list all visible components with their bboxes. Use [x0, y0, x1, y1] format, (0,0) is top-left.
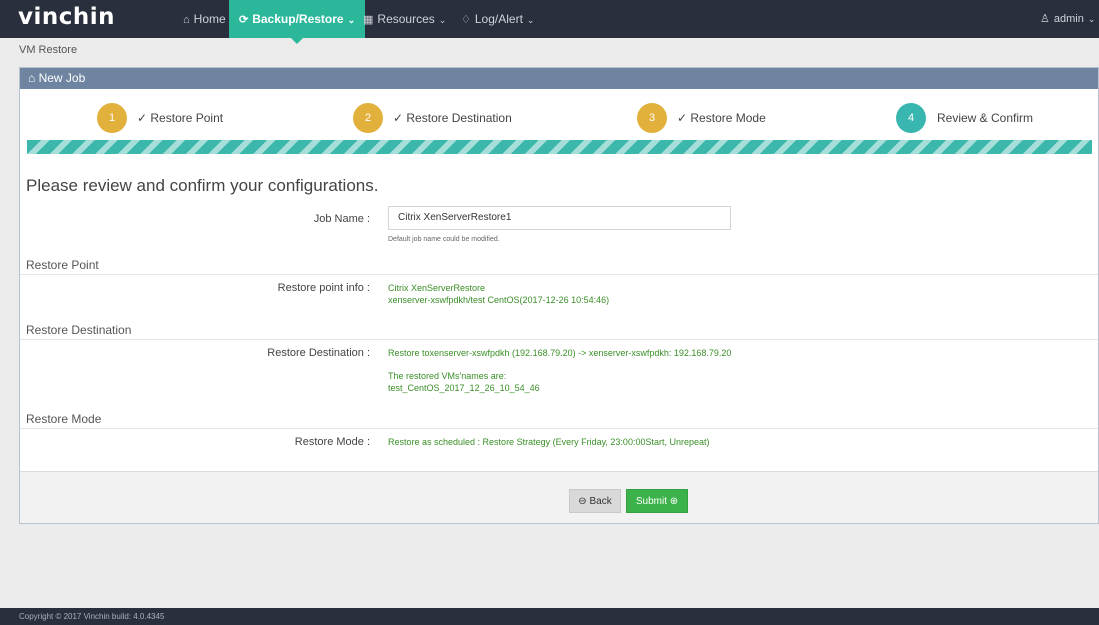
chevron-down-icon: ⌄ [526, 15, 535, 25]
chevron-down-icon: ⌄ [438, 15, 447, 25]
nav-backup-restore[interactable]: ⟳ Backup/Restore ⌄ [229, 0, 366, 44]
copyright-footer: Copyright © 2017 Vinchin build: 4.0.4345 [0, 608, 1099, 625]
restored-vm-name: test_CentOS_2017_12_26_10_54_46 [388, 383, 540, 393]
restore-mode-label: Restore Mode : [294, 436, 370, 448]
step-number: 3 [637, 103, 667, 133]
nav-home[interactable]: ⌂ Home [183, 0, 226, 38]
refresh-icon: ⟳ [239, 14, 249, 26]
nav-log-alert-label: Log/Alert [474, 12, 523, 26]
nav-log-alert[interactable]: ♢ Log/Alert ⌄ [461, 0, 534, 38]
restore-point-detail: xenserver-xswfpdkh/test CentOS(2017-12-2… [388, 295, 610, 305]
panel-title: New Job [38, 71, 86, 85]
check-icon: ✓ [137, 111, 151, 125]
nav-backup-restore-label: Backup/Restore [252, 12, 344, 26]
restore-point-name: Citrix XenServerRestore [388, 283, 486, 293]
home-icon: ⌂ [28, 71, 36, 85]
check-icon: ✓ [393, 111, 407, 125]
breadcrumb-bar: VM Restore [0, 38, 1099, 62]
job-name-input[interactable]: Citrix XenServerRestore1 [388, 206, 731, 230]
section-restore-mode: Restore Mode [26, 412, 102, 426]
step-label: ✓ Restore Mode [677, 111, 766, 125]
bell-icon: ♢ [461, 14, 471, 26]
job-name-hint: Default job name could be modified. [388, 236, 500, 243]
arrow-left-icon: ⊖ [578, 496, 587, 507]
user-name: admin [1053, 13, 1084, 25]
section-restore-destination: Restore Destination [26, 323, 132, 337]
breadcrumb: VM Restore [19, 44, 78, 56]
job-name-label: Job Name : [313, 213, 370, 225]
user-menu[interactable]: ♙ admin ⌄ [1040, 0, 1095, 38]
back-button-label: Back [589, 496, 612, 507]
vinchin-logo[interactable]: vinchin [18, 4, 115, 30]
step-label: Review & Confirm [937, 111, 1034, 125]
grid-icon: ▦ [363, 14, 374, 26]
step-number: 2 [353, 103, 383, 133]
submit-button[interactable]: Submit ⊕ [626, 489, 688, 513]
section-restore-point: Restore Point [26, 258, 99, 272]
page-heading: Please review and confirm your configura… [26, 176, 379, 195]
step-label: ✓ Restore Destination [393, 111, 512, 125]
arrow-right-icon: ⊕ [669, 496, 679, 507]
step-number: 1 [97, 103, 127, 133]
chevron-down-icon: ⌄ [347, 15, 356, 25]
panel-header: ⌂ New Job [20, 68, 1098, 89]
home-icon: ⌂ [183, 14, 190, 26]
step-label: ✓ Restore Point [137, 111, 224, 125]
restored-vms-title: The restored VMs'names are: [388, 371, 507, 381]
chevron-down-icon: ⌄ [1087, 14, 1096, 24]
nav-resources[interactable]: ▦ Resources ⌄ [363, 0, 446, 38]
step-number: 4 [896, 103, 926, 133]
nav-home-label: Home [193, 12, 226, 26]
restore-mode-value: Restore as scheduled : Restore Strategy … [388, 437, 710, 447]
divider [20, 339, 1098, 340]
restore-destination-target: Restore toxenserver-xswfpdkh (192.168.79… [388, 348, 732, 358]
new-job-panel: ⌂ New Job 1 ✓ Restore Point 2 ✓ Restore … [19, 67, 1099, 524]
divider [20, 428, 1098, 429]
check-icon: ✓ [677, 111, 691, 125]
restore-destination-label: Restore Destination : [267, 347, 370, 359]
nav-resources-label: Resources [377, 12, 435, 26]
user-icon: ♙ [1040, 13, 1050, 25]
progress-stripe [27, 140, 1092, 154]
top-navbar: vinchin ⌂ Home ⟳ Backup/Restore ⌄ ▦ Resource… [0, 0, 1099, 44]
restore-point-label: Restore point info : [277, 282, 370, 294]
action-bar: ⊖ Back Submit ⊕ [20, 471, 1098, 523]
back-button[interactable]: ⊖ Back [569, 489, 621, 513]
divider [20, 274, 1098, 275]
submit-button-label: Submit [635, 496, 667, 507]
